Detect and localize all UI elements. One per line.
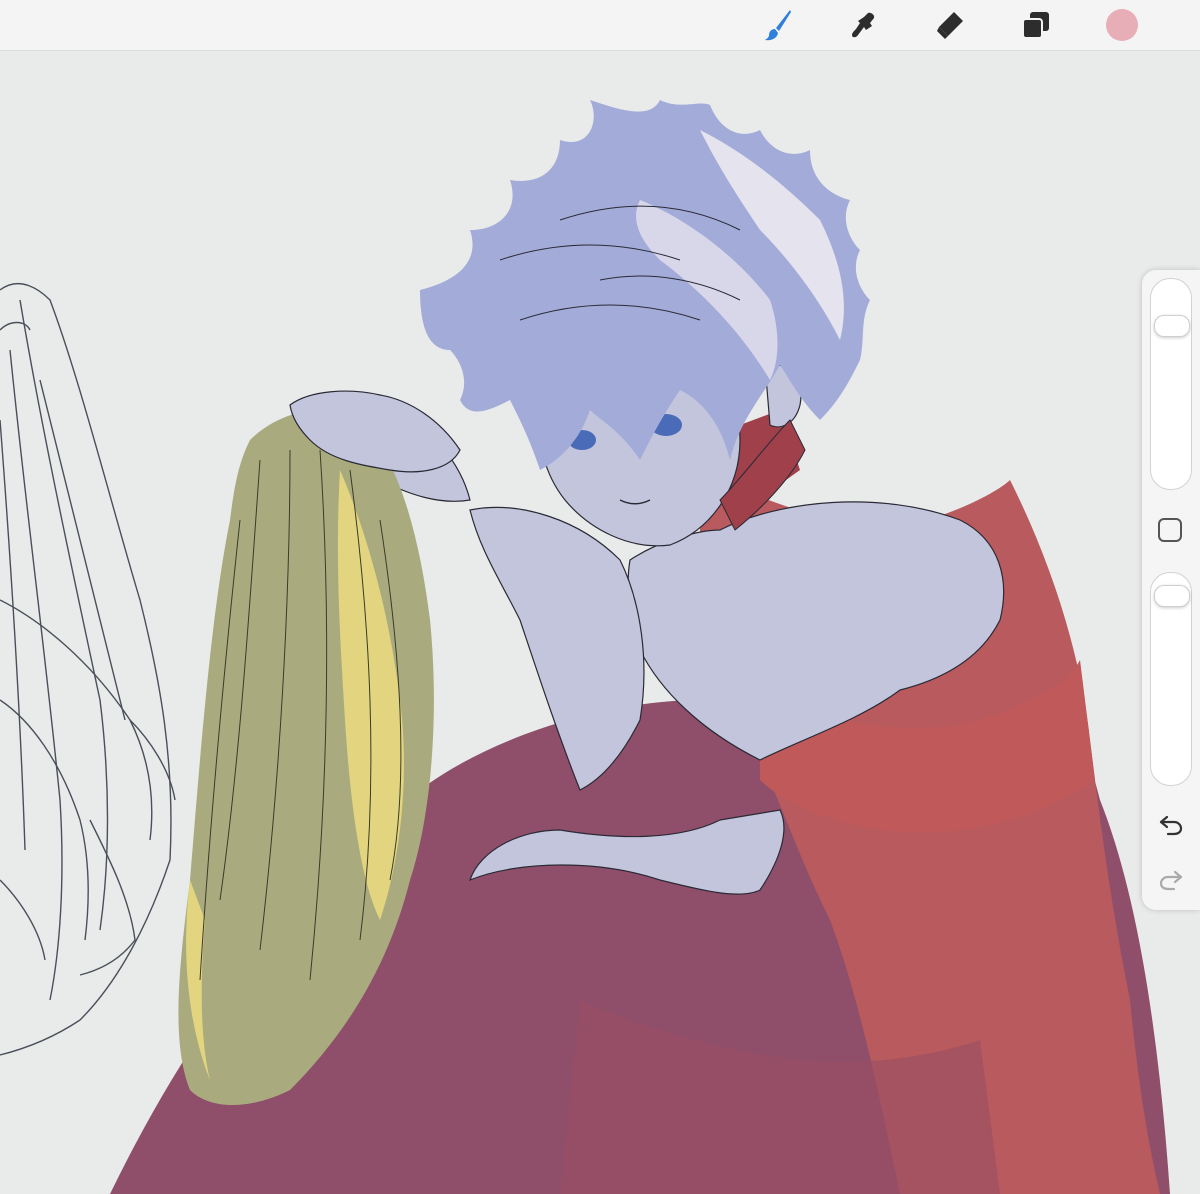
smudge-icon xyxy=(852,12,875,38)
eraser-icon xyxy=(937,12,963,39)
opacity-slider[interactable] xyxy=(1150,572,1192,786)
current-color-swatch xyxy=(1106,9,1138,41)
layers-icon xyxy=(1022,12,1049,39)
redo-button[interactable] xyxy=(1154,865,1188,895)
eraser-tool-button[interactable] xyxy=(928,3,972,47)
redo-icon xyxy=(1159,870,1183,891)
side-slider-panel xyxy=(1142,270,1200,910)
brush-size-slider[interactable] xyxy=(1150,278,1192,490)
drawing-canvas[interactable] xyxy=(0,51,1200,1194)
opacity-slider-thumb[interactable] xyxy=(1154,585,1190,607)
top-toolbar xyxy=(0,0,1200,51)
artwork xyxy=(0,51,1200,1194)
undo-button[interactable] xyxy=(1154,810,1188,840)
smudge-tool-button[interactable] xyxy=(842,3,886,47)
brush-tool-button[interactable] xyxy=(756,3,800,47)
modify-square-icon[interactable] xyxy=(1158,518,1182,542)
drawing-app xyxy=(0,0,1200,1194)
layers-tool-button[interactable] xyxy=(1014,3,1058,47)
brush-icon xyxy=(765,10,791,41)
color-picker-button[interactable] xyxy=(1100,3,1144,47)
undo-icon xyxy=(1159,815,1183,836)
brush-size-slider-thumb[interactable] xyxy=(1154,315,1190,337)
